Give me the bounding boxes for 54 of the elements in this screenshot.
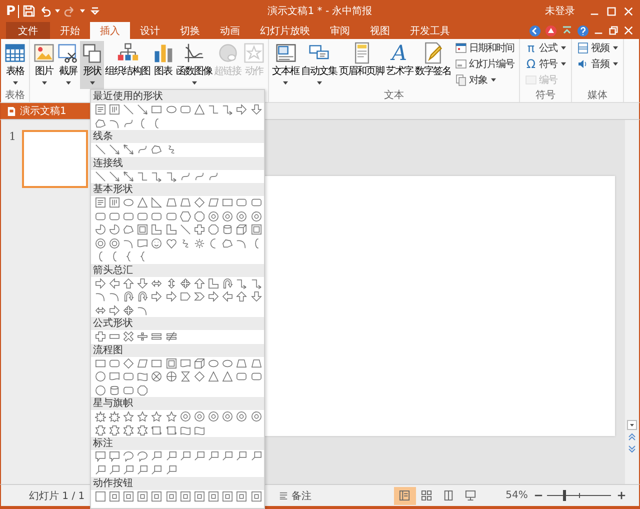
zoom-percent: 54% [506, 490, 528, 501]
ribbon-button[interactable]: Ω 符号 [524, 57, 567, 71]
ribbon-tab[interactable]: 切换 [170, 22, 210, 39]
symbol-glyph: Ω [525, 58, 537, 70]
ribbon-button[interactable]: 自动文集 [300, 41, 338, 89]
ribbon-button[interactable]: 形状 [80, 41, 104, 89]
ribbon-tab[interactable]: 视图 [360, 22, 400, 39]
ribbon-tab[interactable]: 开发工具 [400, 22, 460, 39]
section-header: 公式形状 [93, 318, 133, 329]
ribbon-button[interactable]: 幻灯片编号 [454, 57, 515, 71]
ribbon-tab[interactable]: 插入 [90, 22, 130, 39]
group-label: 表格 [5, 90, 25, 101]
ribbon-button[interactable]: 图片 [32, 41, 56, 89]
notes-button[interactable]: 备注 [276, 488, 314, 502]
section-header: 流程图 [93, 344, 123, 356]
ribbon-button[interactable]: π 公式 [524, 41, 567, 55]
section-header: 箭头总汇 [93, 264, 133, 276]
ribbon-button[interactable]: 文本框 [271, 41, 300, 89]
slide-count: 幻灯片 1 / 1 [29, 490, 85, 502]
ribbon-tab[interactable]: 动画 [210, 22, 250, 39]
ribbon-button[interactable]: 组织结构图 [104, 41, 151, 89]
ribbon-button[interactable]: 日期和时间 [454, 41, 515, 55]
group-label: 文本 [384, 90, 404, 101]
section-header: 最近使用的形状 [93, 91, 163, 102]
document-tab[interactable]: 演示文稿1 [1, 103, 91, 119]
section-header: 动作按钮 [93, 478, 133, 489]
section-header: 连接线 [93, 158, 123, 168]
ribbon-tab[interactable]: 审阅 [320, 22, 360, 39]
ribbon-tab[interactable]: 设计 [130, 22, 170, 39]
section-header: 线条 [93, 131, 113, 142]
ribbon-button[interactable]: 截屏 [56, 41, 80, 89]
login-link[interactable]: 未登录 [545, 4, 575, 18]
group-label: 符号 [536, 90, 556, 101]
ribbon-button[interactable]: 对象 [454, 73, 515, 87]
ribbon-button[interactable]: 音频 [576, 57, 619, 71]
symbol-glyph: π [526, 42, 536, 54]
ribbon-tab[interactable]: 开始 [50, 22, 90, 39]
section-header: 标注 [93, 438, 113, 449]
slide-number: 1 [9, 130, 16, 143]
section-header: 基本形状 [93, 184, 133, 195]
ribbon-button[interactable]: 图表 [151, 41, 175, 89]
ribbon-tab[interactable]: 幻灯片放映 [250, 22, 320, 39]
window-title: 演示文稿1 * - 永中简报 [268, 4, 372, 18]
ribbon-button[interactable]: 视频 [576, 41, 619, 55]
ribbon-button[interactable]: A 艺术字 [385, 41, 414, 89]
ribbon-tab[interactable]: 文件 [6, 22, 50, 39]
app-logo: P [6, 4, 19, 18]
wordart-glyph: A [392, 42, 408, 64]
ribbon-button[interactable]: 表格 [3, 41, 27, 89]
ribbon-button[interactable]: 数字签名 [414, 41, 452, 89]
ribbon-button[interactable]: 页眉和页脚 [338, 41, 385, 89]
ribbon-button[interactable]: 函数图像 [175, 41, 213, 89]
section-header: 星与旗帜 [93, 398, 133, 409]
group-label: 媒体 [588, 90, 608, 101]
